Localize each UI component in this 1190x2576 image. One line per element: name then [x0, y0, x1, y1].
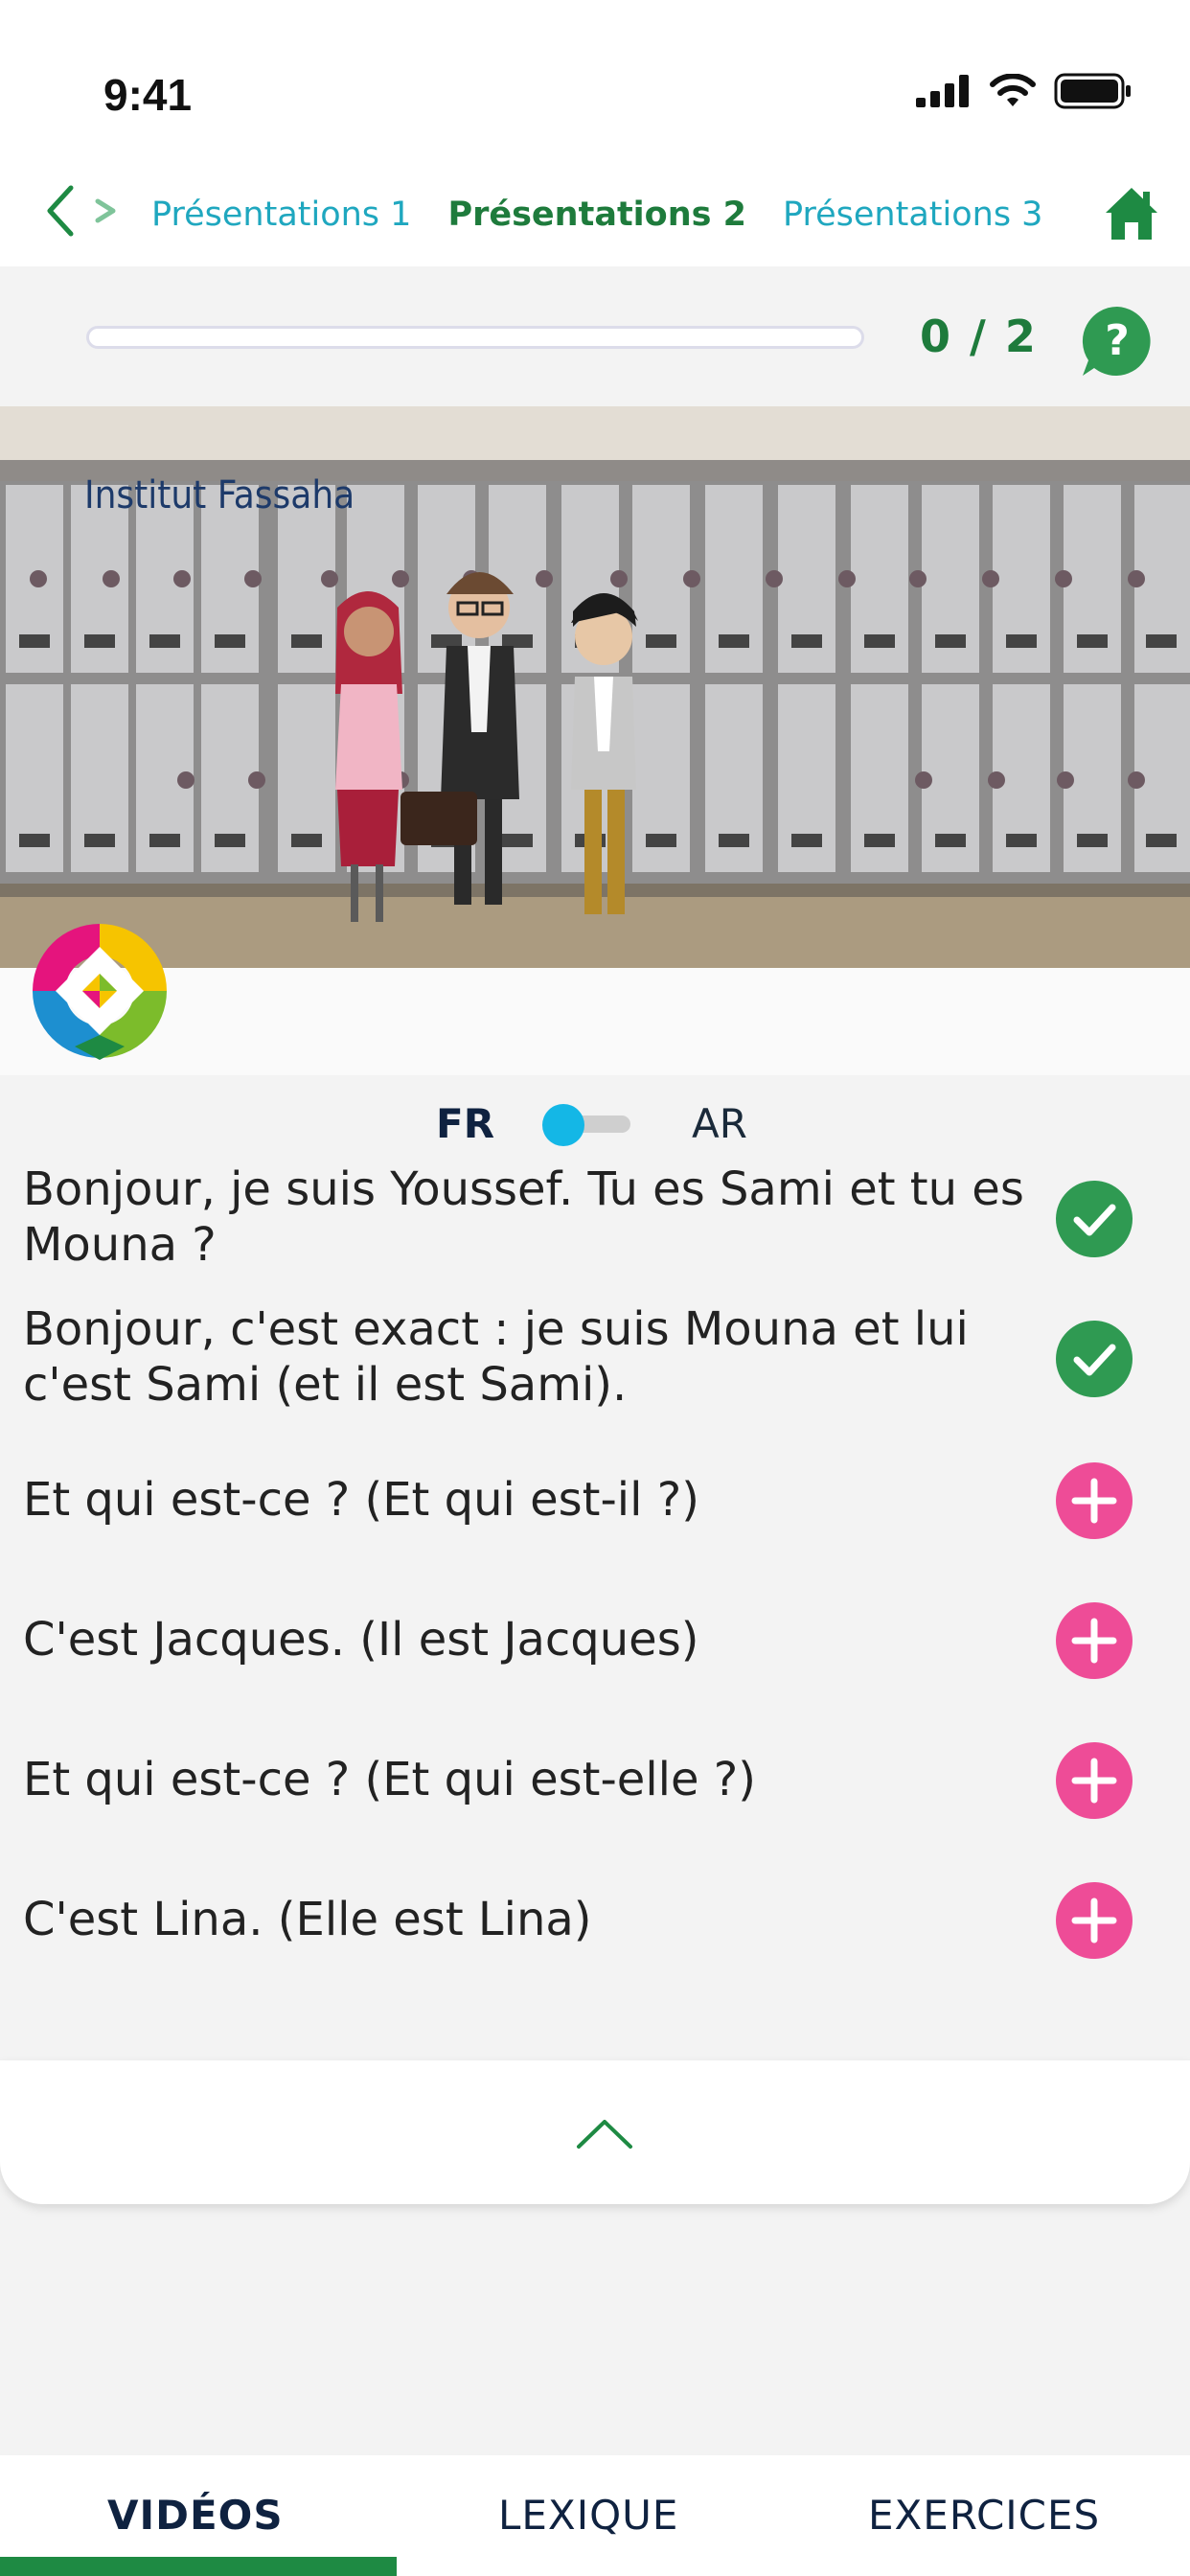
- video-frame: Institut Fassaha: [0, 406, 1190, 968]
- progress-row: 0 / 2: [0, 266, 1190, 406]
- chevron-up-icon[interactable]: [575, 2116, 634, 2150]
- chevron-left-icon[interactable]: [38, 180, 80, 242]
- brand-logo: [27, 918, 172, 1064]
- sentence-complete-button[interactable]: [1056, 1181, 1133, 1257]
- language-toggle: FR AR: [0, 1092, 1190, 1150]
- tab-presentations-1[interactable]: Présentations 1: [151, 196, 411, 234]
- sentence-item[interactable]: Bonjour, c'est exact : je suis Mouna et …: [23, 1301, 1029, 1413]
- fassaha-logo-icon: [33, 924, 167, 1060]
- home-button[interactable]: [1102, 184, 1161, 243]
- home-icon: [1106, 188, 1157, 240]
- status-icons: [916, 73, 1133, 109]
- tab-lexique[interactable]: LEXIQUE: [498, 2492, 678, 2539]
- active-tab-indicator: [0, 2557, 397, 2576]
- svg-text:?: ?: [1105, 316, 1130, 365]
- nav-tabs: Présentations 1 Présentations 2 Présenta…: [151, 163, 1071, 266]
- help-button[interactable]: ?: [1081, 305, 1154, 378]
- language-fr-label[interactable]: FR: [436, 1100, 494, 1147]
- sentence-item[interactable]: C'est Lina. (Elle est Lina): [23, 1892, 1029, 1947]
- cellular-signal-icon: [916, 75, 969, 107]
- battery-icon: [1054, 73, 1131, 109]
- sentence-complete-button[interactable]: [1056, 1321, 1133, 1397]
- progress-bar: [86, 326, 864, 349]
- video-player[interactable]: Institut Fassaha: [0, 406, 1190, 968]
- plus-icon: [1071, 1618, 1117, 1664]
- status-time: 9:41: [103, 70, 193, 120]
- svg-text:Institut Fassaha: Institut Fassaha: [84, 473, 355, 518]
- help-chat-icon: ?: [1082, 306, 1151, 376]
- progress-count: 0 / 2: [920, 310, 1038, 362]
- sentence-item[interactable]: Et qui est-ce ? (Et qui est-elle ?): [23, 1752, 1029, 1807]
- switch-knob: [542, 1104, 584, 1146]
- check-icon: [1073, 1344, 1116, 1376]
- tab-presentations-2[interactable]: Présentations 2: [447, 196, 746, 234]
- check-icon: [1073, 1204, 1116, 1236]
- language-ar-label[interactable]: AR: [692, 1100, 747, 1147]
- plus-icon: [1071, 1898, 1117, 1944]
- chevron-right-icon[interactable]: [90, 180, 123, 242]
- sentence-item[interactable]: Bonjour, je suis Youssef. Tu es Sami et …: [23, 1162, 1029, 1273]
- tab-exercices[interactable]: EXERCICES: [868, 2492, 1100, 2539]
- wifi-icon: [990, 74, 1036, 106]
- sentence-item[interactable]: Et qui est-ce ? (Et qui est-il ?): [23, 1472, 1029, 1528]
- plus-icon: [1071, 1758, 1117, 1804]
- lesson-nav: Présentations 1 Présentations 2 Présenta…: [0, 163, 1190, 266]
- sentence-add-button[interactable]: [1056, 1882, 1133, 1959]
- sentence-add-button[interactable]: [1056, 1462, 1133, 1539]
- plus-icon: [1071, 1478, 1117, 1524]
- tab-videos[interactable]: VIDÉOS: [107, 2492, 284, 2539]
- language-switch[interactable]: [542, 1104, 634, 1146]
- sentence-item[interactable]: C'est Jacques. (Il est Jacques): [23, 1612, 1029, 1668]
- sentence-add-button[interactable]: [1056, 1602, 1133, 1679]
- tab-presentations-3[interactable]: Présentations 3: [783, 196, 1042, 234]
- collapse-panel[interactable]: [0, 2060, 1190, 2204]
- logo-strip: [0, 968, 1190, 1075]
- nav-arrows: [38, 180, 123, 242]
- status-bar: 9:41: [0, 0, 1190, 163]
- sentence-add-button[interactable]: [1056, 1742, 1133, 1819]
- bottom-tab-bar: VIDÉOS LEXIQUE EXERCICES: [0, 2455, 1190, 2576]
